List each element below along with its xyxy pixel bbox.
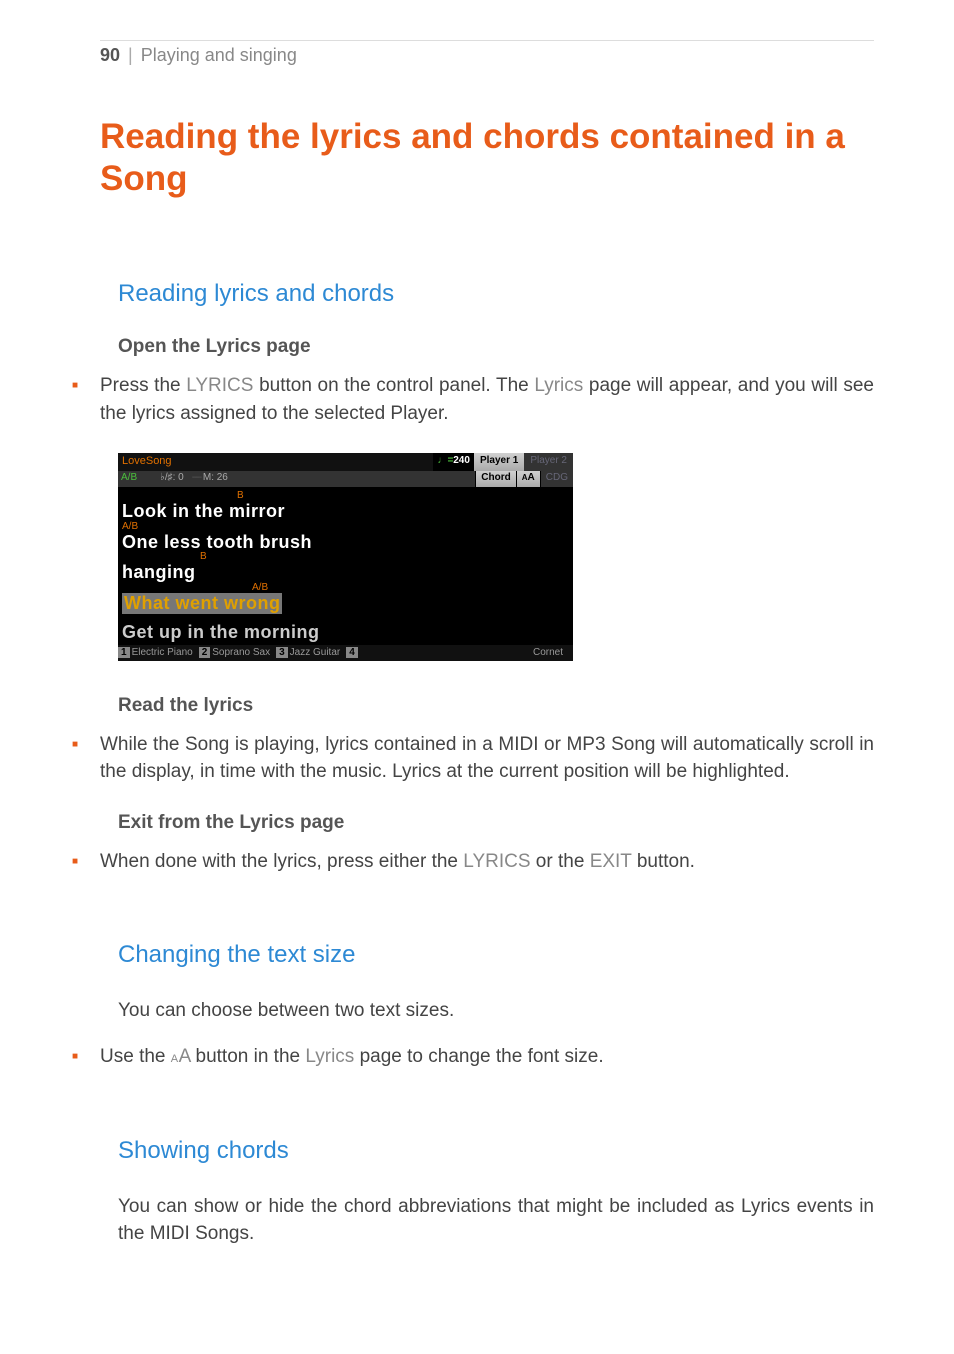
exit-button-ref: EXIT: [590, 851, 632, 872]
subheading-text-size: Changing the text size: [118, 941, 874, 969]
chord-annotation: A/B: [252, 583, 569, 593]
lyrics-body: B Look in the mirror A/B One less tooth …: [118, 487, 573, 645]
current-chord: A/B: [118, 471, 142, 487]
cdg-button[interactable]: CDG: [540, 471, 573, 487]
instrument-footer: 1Electric Piano 2Soprano Sax 3Jazz Guita…: [118, 645, 573, 661]
instrument-slot[interactable]: Cornet: [533, 645, 573, 661]
tab-player-1[interactable]: Player 1: [474, 453, 524, 471]
showing-chords-desc: You can show or hide the chord abbreviat…: [118, 1193, 874, 1248]
chord-annotation: B: [200, 552, 569, 562]
subheading-showing-chords: Showing chords: [118, 1137, 874, 1165]
lyrics-button-ref: LYRICS: [463, 851, 530, 872]
lyric-line: Get up in the morning: [122, 622, 569, 643]
instrument-slot[interactable]: 4: [346, 645, 366, 661]
lyrics-page-ref: Lyrics: [534, 375, 583, 396]
lyric-line: One less tooth brush: [122, 532, 569, 553]
lyric-line-highlighted: What went wrong: [122, 593, 569, 614]
section-name: Playing and singing: [141, 45, 297, 66]
instrument-slot[interactable]: 1Electric Piano: [118, 645, 199, 661]
instrument-slot[interactable]: 3Jazz Guitar: [276, 645, 346, 661]
step-read-lyrics: Read the lyrics: [118, 695, 874, 717]
tempo-display: ♩=240: [433, 453, 474, 471]
lyric-line: Look in the mirror: [122, 501, 569, 522]
tab-player-2[interactable]: Player 2: [524, 453, 573, 471]
lyric-line: hanging: [122, 562, 569, 583]
step-exit-lyrics: Exit from the Lyrics page: [118, 812, 874, 834]
text-size-desc: You can choose between two text sizes.: [118, 997, 874, 1025]
instruction-exit-lyrics: When done with the lyrics, press either …: [100, 848, 874, 876]
subheading-reading: Reading lyrics and chords: [118, 280, 874, 308]
instrument-slot[interactable]: 2Soprano Sax: [199, 645, 276, 661]
instruction-text-size: Use the aA button in the Lyrics page to …: [100, 1043, 874, 1071]
lyrics-page-ref: Lyrics: [305, 1046, 354, 1067]
lyrics-button-ref: LYRICS: [186, 375, 253, 396]
page-number: 90: [100, 45, 120, 66]
aa-button-ref: aA: [171, 1046, 190, 1067]
text-size-button[interactable]: AAAA: [516, 471, 540, 487]
page-header: 90 | Playing and singing: [100, 40, 874, 66]
step-open-lyrics: Open the Lyrics page: [118, 336, 874, 358]
key-signature: ♭/♯: 0: [142, 471, 188, 487]
chord-annotation: A/B: [122, 522, 569, 532]
chord-annotation: B: [237, 491, 569, 501]
chord-toggle-button[interactable]: Chord: [475, 471, 515, 487]
lyrics-screen: LoveSong ♩=240 Player 1 Player 2 A/B ♭/♯…: [118, 453, 573, 661]
song-title: LoveSong: [118, 453, 433, 471]
page-title: Reading the lyrics and chords contained …: [100, 116, 874, 200]
divider: |: [128, 45, 133, 66]
instruction-open-lyrics: Press the LYRICS button on the control p…: [100, 372, 874, 427]
measure-display: ---- M: 26: [188, 471, 232, 487]
instruction-read-lyrics: While the Song is playing, lyrics contai…: [100, 731, 874, 786]
